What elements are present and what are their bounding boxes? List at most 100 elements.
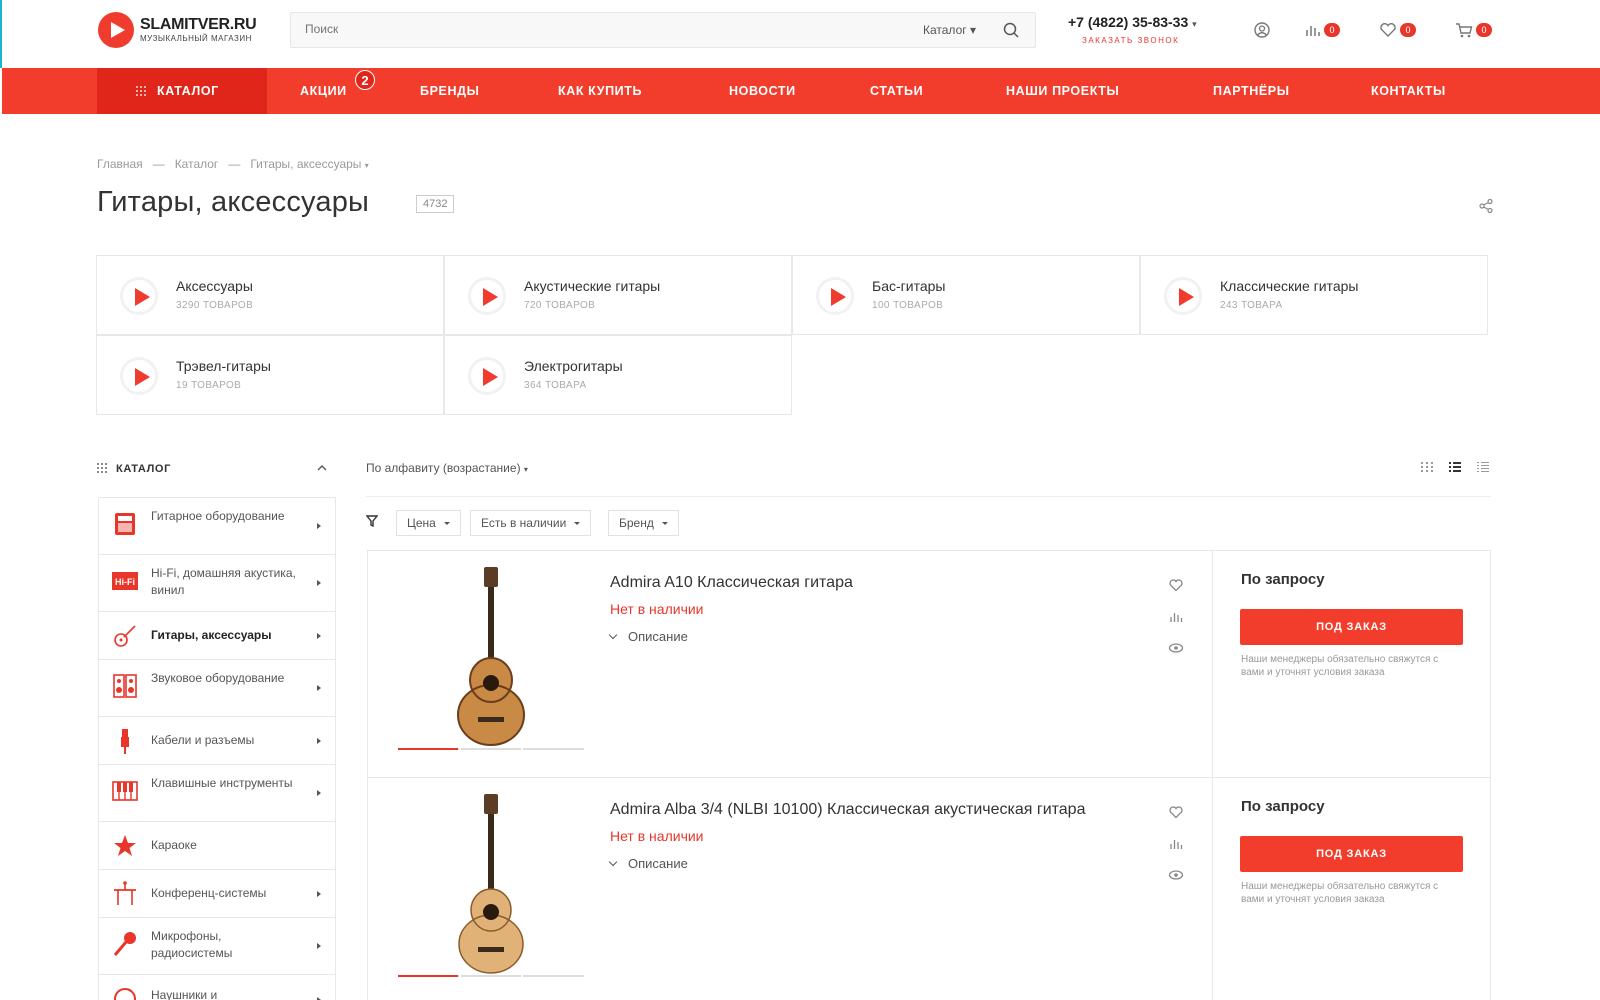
- phone-text: +7 (4822) 35-83-33: [1068, 14, 1189, 30]
- sidebar-title-label: КАТАЛОГ: [116, 463, 171, 475]
- search-category-select[interactable]: Каталог ▾: [923, 23, 976, 37]
- sidebar-item-karaoke[interactable]: Караоке: [99, 822, 335, 870]
- eye-icon[interactable]: [1168, 867, 1184, 883]
- play-icon: [121, 358, 157, 394]
- breadcrumb-home[interactable]: Главная: [97, 157, 143, 171]
- play-icon: [121, 278, 157, 314]
- grid-dots-icon: [97, 463, 107, 473]
- share-icon[interactable]: [1478, 198, 1494, 214]
- nav-item-partners[interactable]: ПАРТНЁРЫ: [1213, 68, 1290, 114]
- nav-item-promo[interactable]: АКЦИИ: [300, 68, 347, 114]
- heart-icon[interactable]: [1378, 20, 1398, 40]
- heart-icon[interactable]: [1168, 804, 1184, 820]
- hifi-icon: Hi-Fi: [112, 572, 138, 590]
- compare-icon[interactable]: [1168, 609, 1184, 625]
- sidebar-item-keyboards[interactable]: Клавишные инструменты: [99, 765, 335, 822]
- nav-item-brands[interactable]: БРЕНДЫ: [420, 68, 479, 114]
- order-button[interactable]: ПОД ЗАКАЗ: [1240, 836, 1463, 872]
- heart-icon[interactable]: [1168, 577, 1184, 593]
- subcategory-tile[interactable]: Аксессуары 3290 ТОВАРОВ: [96, 255, 444, 335]
- favorites-count-badge: 0: [1400, 23, 1416, 37]
- sort-select[interactable]: По алфавиту (возрастание) ▾: [366, 461, 528, 475]
- product-name[interactable]: Admira A10 Классическая гитара: [610, 574, 853, 592]
- search-input[interactable]: [305, 22, 865, 36]
- filter-brand-button[interactable]: Бренд: [608, 510, 679, 536]
- view-compact-icon[interactable]: [1476, 461, 1490, 473]
- logo[interactable]: SLAMITVER.RU МУЗЫКАЛЬНЫЙ МАГАЗИН: [98, 12, 257, 48]
- chevron-up-icon[interactable]: [316, 462, 328, 474]
- chevron-down-icon: [608, 857, 618, 867]
- sidebar-title[interactable]: КАТАЛОГ: [96, 462, 171, 475]
- view-grid-icon[interactable]: [1420, 461, 1434, 473]
- price: По запросу: [1241, 571, 1325, 588]
- nav-item-articles[interactable]: СТАТЬИ: [870, 68, 923, 114]
- sidebar-item-label: Гитары, аксессуары: [151, 628, 272, 642]
- subcategory-tile[interactable]: Электрогитары 364 ТОВАРА: [444, 335, 792, 415]
- sidebar-item-headphones[interactable]: Наушники и: [99, 975, 335, 1000]
- sidebar-item-cables[interactable]: Кабели и разъемы: [99, 717, 335, 765]
- user-icon[interactable]: [1252, 20, 1272, 40]
- breadcrumb-current[interactable]: Гитары, аксессуары: [250, 157, 361, 171]
- sidebar-item-label: Наушники и: [151, 988, 218, 1000]
- sidebar-item-sound-equipment[interactable]: Звуковое оборудование: [99, 660, 335, 717]
- nav-catalog[interactable]: КАТАЛОГ: [97, 68, 267, 114]
- product-card: Admira Alba 3/4 (NLBI 10100) Классическа…: [367, 777, 1491, 1000]
- product-buy-panel: По запросу ПОД ЗАКАЗ Наши менеджеры обяз…: [1212, 551, 1491, 777]
- search-icon[interactable]: [1003, 22, 1019, 38]
- subcategory-count: 19 ТОВАРОВ: [176, 380, 242, 391]
- subcategory-tile[interactable]: Бас-гитары 100 ТОВАРОВ: [792, 255, 1140, 335]
- product-count-badge: 4732: [416, 195, 455, 213]
- callback-link[interactable]: ЗАКАЗАТЬ ЗВОНОК: [1082, 36, 1179, 45]
- eye-icon[interactable]: [1168, 640, 1184, 656]
- filter-icon[interactable]: [366, 515, 378, 527]
- chevron-right-icon: [317, 580, 321, 586]
- cart-icon[interactable]: [1454, 20, 1474, 40]
- chevron-right-icon: [317, 523, 321, 529]
- sidebar-item-microphones[interactable]: Микрофоны, радиосистемы: [99, 918, 335, 975]
- product-name[interactable]: Admira Alba 3/4 (NLBI 10100) Классическа…: [610, 801, 1085, 819]
- sidebar-item-hifi[interactable]: Hi-Fi Hi-Fi, домашняя акустика, винил: [99, 555, 335, 612]
- filter-price-button[interactable]: Цена: [396, 510, 461, 536]
- site-header: SLAMITVER.RU МУЗЫКАЛЬНЫЙ МАГАЗИН Каталог…: [0, 0, 1600, 68]
- subcategory-count: 243 ТОВАРА: [1220, 300, 1283, 311]
- phone-number[interactable]: +7 (4822) 35-83-33 ▾: [1068, 14, 1197, 30]
- sidebar-item-conference[interactable]: Конференц-системы: [99, 870, 335, 918]
- description-toggle[interactable]: Описание: [608, 856, 688, 871]
- product-buy-panel: По запросу ПОД ЗАКАЗ Наши менеджеры обяз…: [1212, 778, 1491, 1000]
- product-image[interactable]: [398, 565, 584, 751]
- order-button[interactable]: ПОД ЗАКАЗ: [1240, 609, 1463, 645]
- nav-item-contacts[interactable]: КОНТАКТЫ: [1371, 68, 1446, 114]
- cable-icon: [121, 729, 129, 754]
- compare-icon[interactable]: [1168, 836, 1184, 852]
- logo-subtitle: МУЗЫКАЛЬНЫЙ МАГАЗИН: [140, 34, 252, 43]
- subcategory-name: Классические гитары: [1220, 278, 1359, 294]
- subcategory-tile[interactable]: Классические гитары 243 ТОВАРА: [1140, 255, 1488, 335]
- subcategory-name: Электрогитары: [524, 358, 623, 374]
- subcategory-tile[interactable]: Акустические гитары 720 ТОВАРОВ: [444, 255, 792, 335]
- sidebar-item-label: Конференц-системы: [151, 886, 267, 900]
- nav-item-news[interactable]: НОВОСТИ: [729, 68, 796, 114]
- play-icon: [469, 278, 505, 314]
- logo-name: SLAMITVER.RU: [140, 16, 257, 33]
- breadcrumb-catalog[interactable]: Каталог: [175, 157, 219, 171]
- logo-play-icon: [98, 12, 134, 48]
- divider: [366, 496, 1491, 497]
- sidebar-item-label: Караоке: [151, 838, 197, 852]
- sidebar-item-guitar-equipment[interactable]: Гитарное оборудование: [99, 498, 335, 555]
- nav-item-projects[interactable]: НАШИ ПРОЕКТЫ: [1006, 68, 1119, 114]
- filter-in-stock-button[interactable]: Есть в наличии: [470, 510, 592, 536]
- product-image[interactable]: [398, 792, 584, 978]
- subcategory-tile[interactable]: Трэвел-гитары 19 ТОВАРОВ: [96, 335, 444, 415]
- image-slider-indicator: [398, 975, 584, 977]
- subcategory-name: Аксессуары: [176, 278, 253, 294]
- view-list-icon[interactable]: [1448, 461, 1462, 473]
- conference-icon: [114, 881, 136, 905]
- subcategory-name: Акустические гитары: [524, 278, 661, 294]
- compare-icon[interactable]: [1303, 20, 1323, 40]
- promo-count-badge: 2: [355, 70, 375, 90]
- description-toggle[interactable]: Описание: [608, 629, 688, 644]
- main-nav: КАТАЛОГ АКЦИИ БРЕНДЫ КАК КУПИТЬ НОВОСТИ …: [2, 68, 1600, 114]
- sidebar-item-guitars[interactable]: Гитары, аксессуары: [99, 612, 335, 660]
- nav-item-how-to-buy[interactable]: КАК КУПИТЬ: [558, 68, 642, 114]
- subcategory-count: 364 ТОВАРА: [524, 380, 587, 391]
